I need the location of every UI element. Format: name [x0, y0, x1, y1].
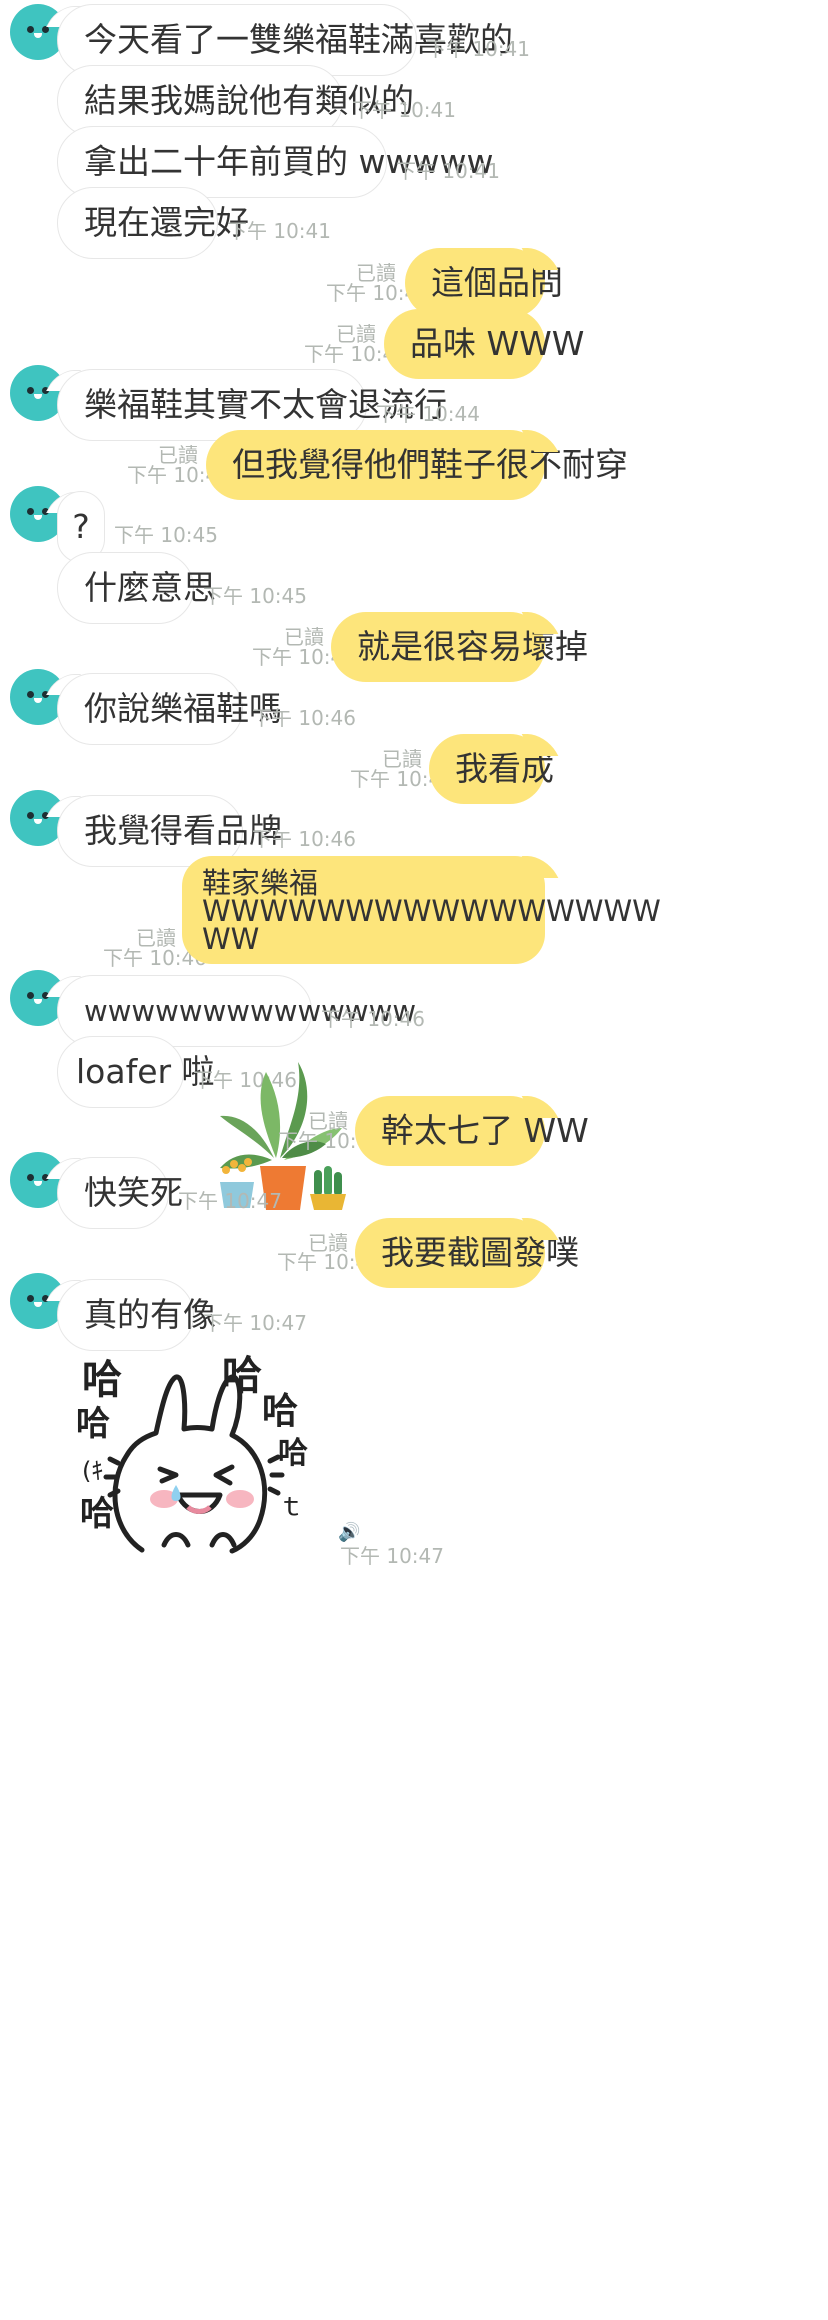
message-bubble-in[interactable]: loafer 啦	[57, 1036, 215, 1108]
bunny-outline	[112, 1374, 268, 1554]
message-time: 下午 10:47	[178, 1189, 282, 1213]
message-time: 下午 10:47	[340, 1544, 444, 1568]
left-paw	[161, 1532, 191, 1548]
ha-text: 哈	[222, 1353, 262, 1399]
sweat-mark-text: ｔ	[278, 1492, 304, 1522]
message-time: 下午 10:45	[203, 584, 307, 608]
right-blush	[226, 1490, 254, 1508]
message-time: 下午 10:44	[376, 402, 480, 426]
ha-text: 哈	[82, 1357, 122, 1403]
message-bubble-in[interactable]: 真的有像	[57, 1279, 216, 1351]
ha-text: 哈	[262, 1391, 298, 1432]
laughing-bunny-sticker[interactable]: 哈 哈 哈 哈 哈 哈 ｔ (ｷ	[72, 1345, 322, 1560]
right-squint-eye	[213, 1464, 235, 1486]
message-time: 下午 10:47	[203, 1311, 307, 1335]
message-time: 下午 10:45	[114, 523, 218, 547]
message-time: 下午 10:46	[321, 1007, 425, 1031]
message-bubble-out[interactable]: 這個品問	[405, 248, 563, 318]
tear-drop	[171, 1485, 181, 1501]
message-bubble-in[interactable]: 你說樂福鞋嗎	[57, 673, 282, 745]
message-bubble-out[interactable]: 我要截圖發噗	[355, 1218, 579, 1288]
message-bubble-out[interactable]: 鞋家樂福 WWWWWWWWWWWWWWWW WW	[182, 856, 661, 964]
cactus-pot	[310, 1166, 346, 1210]
ha-text: 哈	[278, 1436, 308, 1471]
left-whiskers	[103, 1456, 121, 1498]
message-time: 下午 10:46	[252, 706, 356, 730]
message-bubble-in[interactable]: 快笑死	[57, 1157, 183, 1229]
message-bubble-out[interactable]: 就是很容易壞掉	[331, 612, 588, 682]
message-bubble-out[interactable]: 但我覺得他們鞋子很不耐穿	[206, 430, 628, 500]
sweat-mark-text: (ｷ	[82, 1457, 103, 1485]
message-bubble-in[interactable]: 什麼意思	[57, 552, 216, 624]
message-time: 下午 10:41	[227, 219, 331, 243]
ha-text-group: 哈 哈 哈 哈 哈 哈	[76, 1353, 308, 1534]
chat-view[interactable]: 今天看了一雙樂福鞋滿喜歡的 下午 10:41 結果我媽說他有類似的 下午 10:…	[0, 0, 828, 2320]
right-paw	[209, 1532, 237, 1548]
message-time: 下午 10:41	[396, 159, 500, 183]
message-bubble-in[interactable]: 現在還完好	[57, 187, 249, 259]
ha-text: 哈	[80, 1494, 114, 1534]
tongue	[186, 1505, 212, 1514]
message-time: 下午 10:41	[352, 98, 456, 122]
message-bubble-out[interactable]: 幹太七了 WW	[355, 1096, 589, 1166]
message-time: 下午 10:46	[252, 827, 356, 851]
left-squint-eye	[157, 1466, 179, 1484]
message-time: 下午 10:41	[426, 37, 530, 61]
ha-text: 哈	[76, 1404, 110, 1444]
message-bubble-out[interactable]: 品味 WWW	[384, 309, 584, 379]
